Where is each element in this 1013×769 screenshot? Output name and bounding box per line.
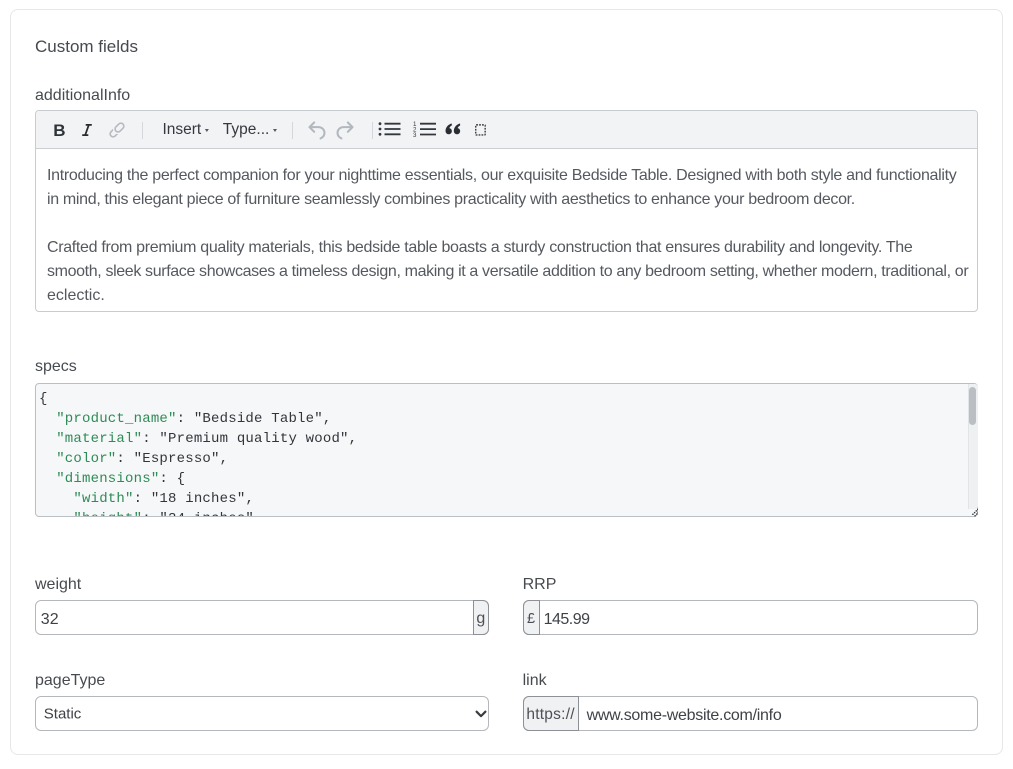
svg-text:3: 3 <box>413 132 417 138</box>
